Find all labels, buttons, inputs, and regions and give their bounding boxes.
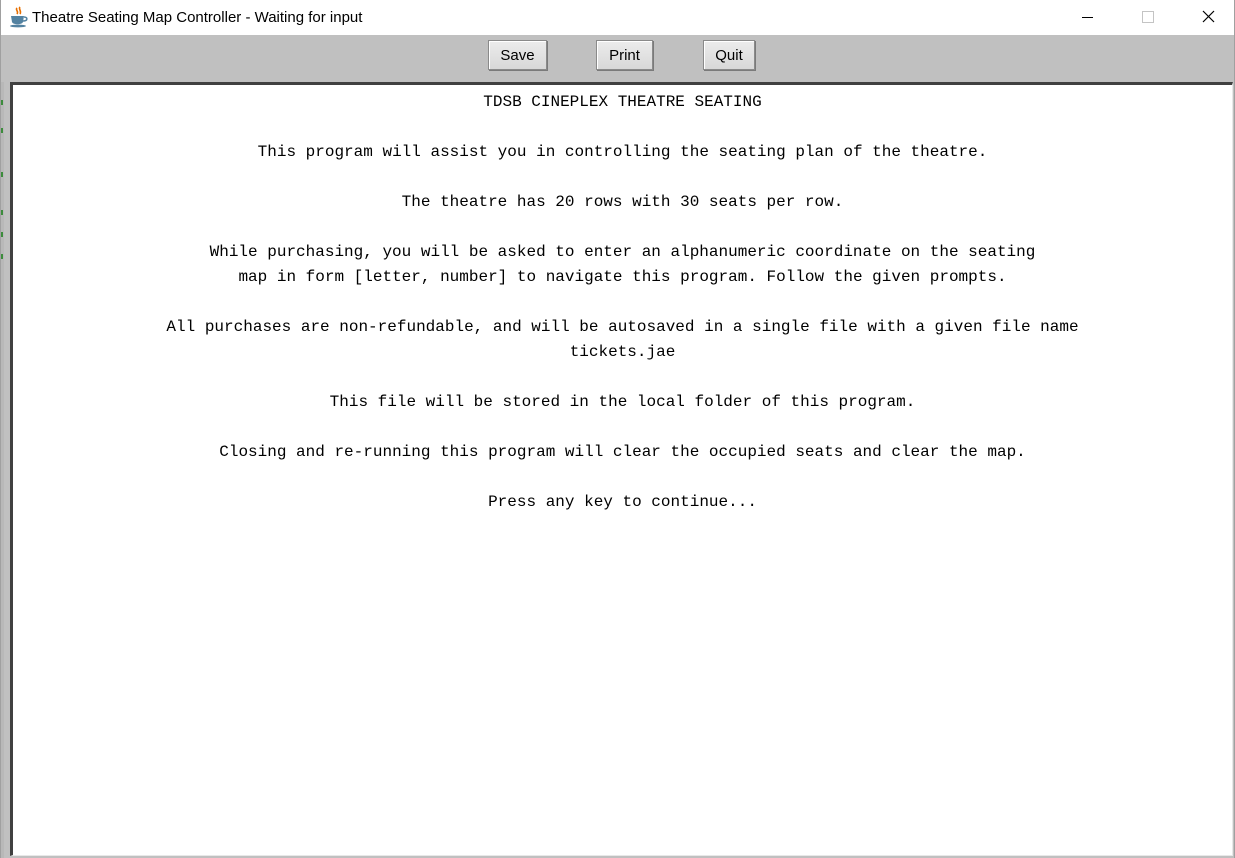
console-panel[interactable]: TDSB CINEPLEX THEATRE SEATING This progr…	[10, 82, 1233, 856]
save-button[interactable]: Save	[488, 40, 547, 70]
console-line: This program will assist you in controll…	[257, 143, 988, 161]
console-output[interactable]: TDSB CINEPLEX THEATRE SEATING This progr…	[13, 85, 1232, 855]
java-coffee-cup-icon[interactable]	[8, 6, 30, 28]
maximize-button[interactable]	[1125, 0, 1171, 35]
console-line: All purchases are non-refundable, and wi…	[166, 318, 1079, 336]
close-icon	[1202, 10, 1215, 23]
console-title-line: TDSB CINEPLEX THEATRE SEATING	[483, 93, 762, 111]
close-button[interactable]	[1186, 0, 1232, 35]
maximize-icon	[1142, 11, 1154, 23]
window-left-edge	[1, 82, 4, 858]
title-bar[interactable]: Theatre Seating Map Controller - Waiting…	[1, 0, 1234, 35]
console-line: This file will be stored in the local fo…	[329, 393, 916, 411]
minimize-button[interactable]	[1064, 0, 1110, 35]
window-title: Theatre Seating Map Controller - Waiting…	[32, 9, 363, 26]
console-line: map in form [letter, number] to navigate…	[238, 268, 1007, 286]
app-window: Theatre Seating Map Controller - Waiting…	[0, 0, 1235, 858]
console-line: Closing and re-running this program will…	[219, 443, 1026, 461]
minimize-icon	[1082, 17, 1093, 18]
console-line: While purchasing, you will be asked to e…	[209, 243, 1036, 261]
console-prompt-line: Press any key to continue...	[488, 493, 757, 511]
toolbar: Save Print Quit	[1, 35, 1234, 82]
quit-button[interactable]: Quit	[703, 40, 755, 70]
console-line: tickets.jae	[569, 343, 676, 361]
console-line: The theatre has 20 rows with 30 seats pe…	[401, 193, 844, 211]
print-button[interactable]: Print	[596, 40, 653, 70]
